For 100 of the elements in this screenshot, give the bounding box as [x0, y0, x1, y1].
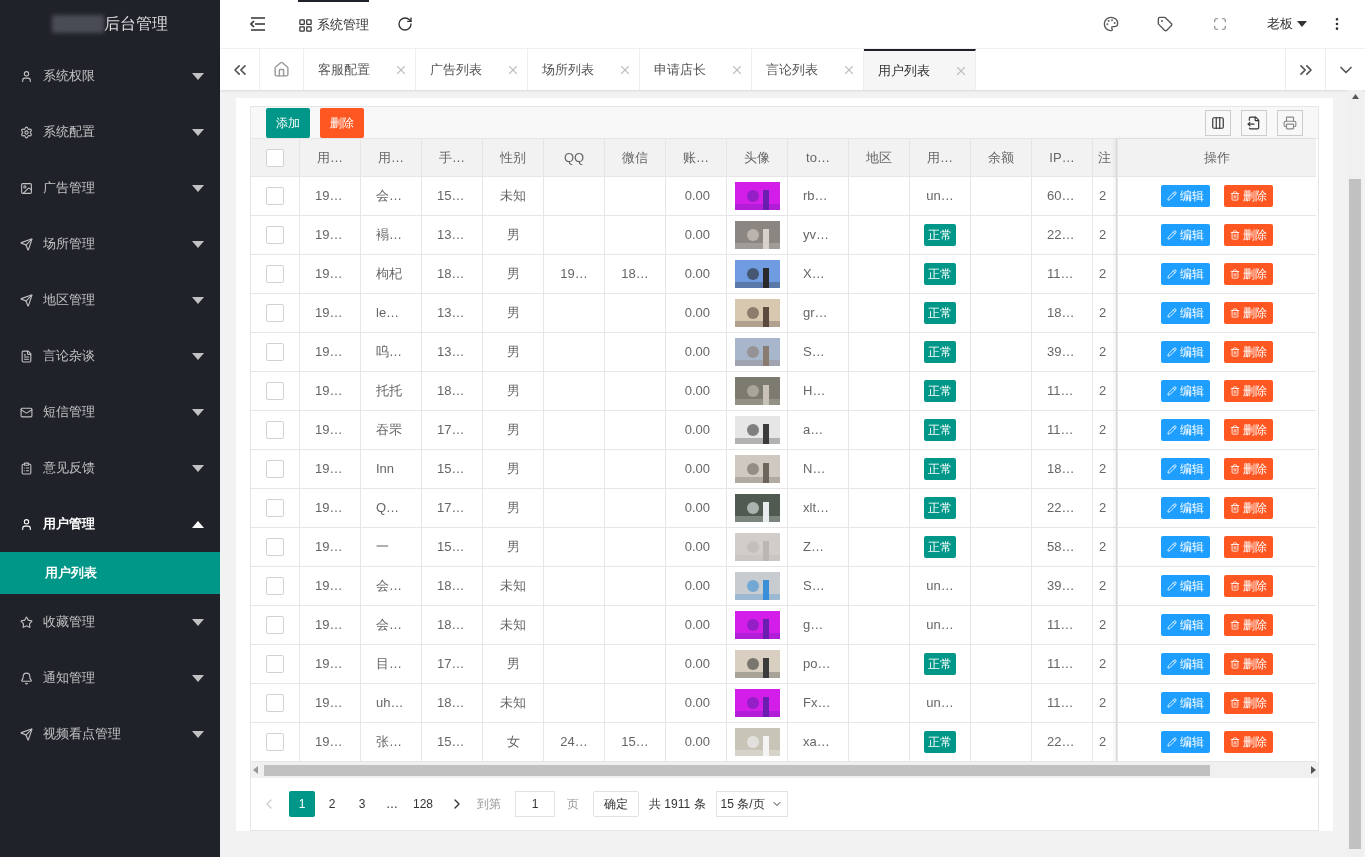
close-icon[interactable]: [621, 65, 629, 74]
edit-button[interactable]: 编辑: [1161, 497, 1210, 519]
menu-item[interactable]: 系统权限: [0, 48, 220, 104]
edit-button[interactable]: 编辑: [1161, 575, 1210, 597]
edit-button[interactable]: 编辑: [1161, 458, 1210, 480]
page-button[interactable]: …: [379, 791, 405, 817]
confirm-button[interactable]: 确定: [593, 791, 640, 817]
add-button[interactable]: 添加: [266, 107, 310, 138]
menu-item[interactable]: 视频看点管理: [0, 706, 220, 762]
user-menu[interactable]: 老板: [1267, 14, 1307, 34]
delete-button[interactable]: 删除: [1224, 614, 1273, 636]
delete-button[interactable]: 删除: [1224, 536, 1273, 558]
export-button[interactable]: [1241, 109, 1267, 136]
menu-item[interactable]: 收藏管理: [0, 594, 220, 650]
delete-button[interactable]: 删除: [1224, 458, 1273, 480]
edit-button[interactable]: 编辑: [1161, 224, 1210, 246]
checkbox[interactable]: [266, 616, 284, 634]
edit-button[interactable]: 编辑: [1161, 653, 1210, 675]
checkbox[interactable]: [266, 343, 284, 361]
pencil-icon: [1167, 230, 1177, 240]
menu-item[interactable]: 短信管理: [0, 384, 220, 440]
menu-item[interactable]: 言论杂谈: [0, 328, 220, 384]
delete-button[interactable]: 删除: [1224, 185, 1273, 207]
scroll-left-arrow-icon[interactable]: [253, 766, 258, 774]
edit-button[interactable]: 编辑: [1161, 536, 1210, 558]
page-button[interactable]: 128: [409, 791, 438, 817]
table-cell-text: Fx…: [803, 694, 831, 713]
tab[interactable]: 用户列表: [864, 49, 976, 90]
page-button[interactable]: 1: [289, 791, 315, 817]
delete-button[interactable]: 删除: [1224, 380, 1273, 402]
checkbox[interactable]: [266, 382, 284, 400]
close-icon[interactable]: [845, 65, 853, 74]
delete-button[interactable]: 删除: [1224, 302, 1273, 324]
delete-button[interactable]: 删除: [1224, 653, 1273, 675]
tab[interactable]: 广告列表: [416, 49, 528, 90]
menu-item[interactable]: 用户管理: [0, 496, 220, 552]
checkbox[interactable]: [266, 265, 284, 283]
delete-button[interactable]: 删除: [1224, 263, 1273, 285]
close-icon[interactable]: [733, 65, 741, 74]
page-input[interactable]: 1: [515, 791, 556, 817]
menu-item[interactable]: 场所管理: [0, 216, 220, 272]
checkbox[interactable]: [266, 187, 284, 205]
close-icon[interactable]: [957, 66, 965, 75]
delete-button[interactable]: 删除: [1224, 497, 1273, 519]
delete-button[interactable]: 删除: [1224, 419, 1273, 441]
submenu-item[interactable]: 用户列表: [0, 552, 220, 594]
checkbox[interactable]: [266, 226, 284, 244]
delete-button[interactable]: 删除: [1224, 341, 1273, 363]
checkbox[interactable]: [266, 421, 284, 439]
checkbox[interactable]: [266, 304, 284, 322]
fullscreen-icon[interactable]: [1213, 17, 1227, 31]
close-icon[interactable]: [509, 65, 517, 74]
table-cell-text: 2: [1099, 616, 1107, 635]
table-cell-text: Q…: [376, 499, 400, 518]
edit-button[interactable]: 编辑: [1161, 692, 1210, 714]
columns-button[interactable]: [1205, 109, 1231, 136]
checkbox[interactable]: [266, 499, 284, 517]
scroll-right-arrow-icon[interactable]: [1311, 766, 1316, 774]
trash-icon: [1230, 503, 1240, 513]
edit-button[interactable]: 编辑: [1161, 614, 1210, 636]
horizontal-scrollbar[interactable]: [251, 762, 1318, 778]
menu-item[interactable]: 意见反馈: [0, 440, 220, 496]
edit-button[interactable]: 编辑: [1161, 731, 1210, 753]
checkbox[interactable]: [266, 538, 284, 556]
delete-button[interactable]: 删除: [320, 107, 364, 138]
checkbox[interactable]: [266, 655, 284, 673]
refresh-icon[interactable]: [397, 16, 413, 32]
edit-button[interactable]: 编辑: [1161, 419, 1210, 441]
tab[interactable]: 申请店长: [640, 49, 752, 90]
edit-button[interactable]: 编辑: [1161, 302, 1210, 324]
menu-item[interactable]: 通知管理: [0, 650, 220, 706]
page-button[interactable]: 2: [319, 791, 345, 817]
close-icon[interactable]: [397, 65, 405, 74]
tag-icon[interactable]: [1157, 16, 1173, 32]
edit-button[interactable]: 编辑: [1161, 185, 1210, 207]
checkbox[interactable]: [266, 694, 284, 712]
checkbox[interactable]: [266, 148, 284, 167]
edit-button[interactable]: 编辑: [1161, 341, 1210, 363]
menu-item[interactable]: 地区管理: [0, 272, 220, 328]
page-button[interactable]: 3: [349, 791, 375, 817]
scroll-up-arrow-icon[interactable]: [1351, 94, 1359, 99]
status-tag: 正常: [924, 536, 956, 558]
delete-button[interactable]: 删除: [1224, 224, 1273, 246]
menu-item[interactable]: 系统配置: [0, 104, 220, 160]
pencil-icon: [1167, 386, 1177, 396]
delete-button[interactable]: 删除: [1224, 692, 1273, 714]
delete-button[interactable]: 删除: [1224, 575, 1273, 597]
page-size-select[interactable]: 15 条/页: [715, 791, 788, 817]
checkbox[interactable]: [266, 577, 284, 595]
edit-button[interactable]: 编辑: [1161, 380, 1210, 402]
menu-icon[interactable]: [250, 17, 266, 31]
checkbox[interactable]: [266, 733, 284, 751]
checkbox[interactable]: [266, 460, 284, 478]
tab[interactable]: 客服配置: [304, 49, 416, 90]
edit-button[interactable]: 编辑: [1161, 263, 1210, 285]
tab[interactable]: 场所列表: [528, 49, 640, 90]
print-button[interactable]: [1277, 109, 1303, 136]
delete-button[interactable]: 删除: [1224, 731, 1273, 753]
menu-item[interactable]: 广告管理: [0, 160, 220, 216]
palette-icon[interactable]: [1103, 16, 1119, 32]
